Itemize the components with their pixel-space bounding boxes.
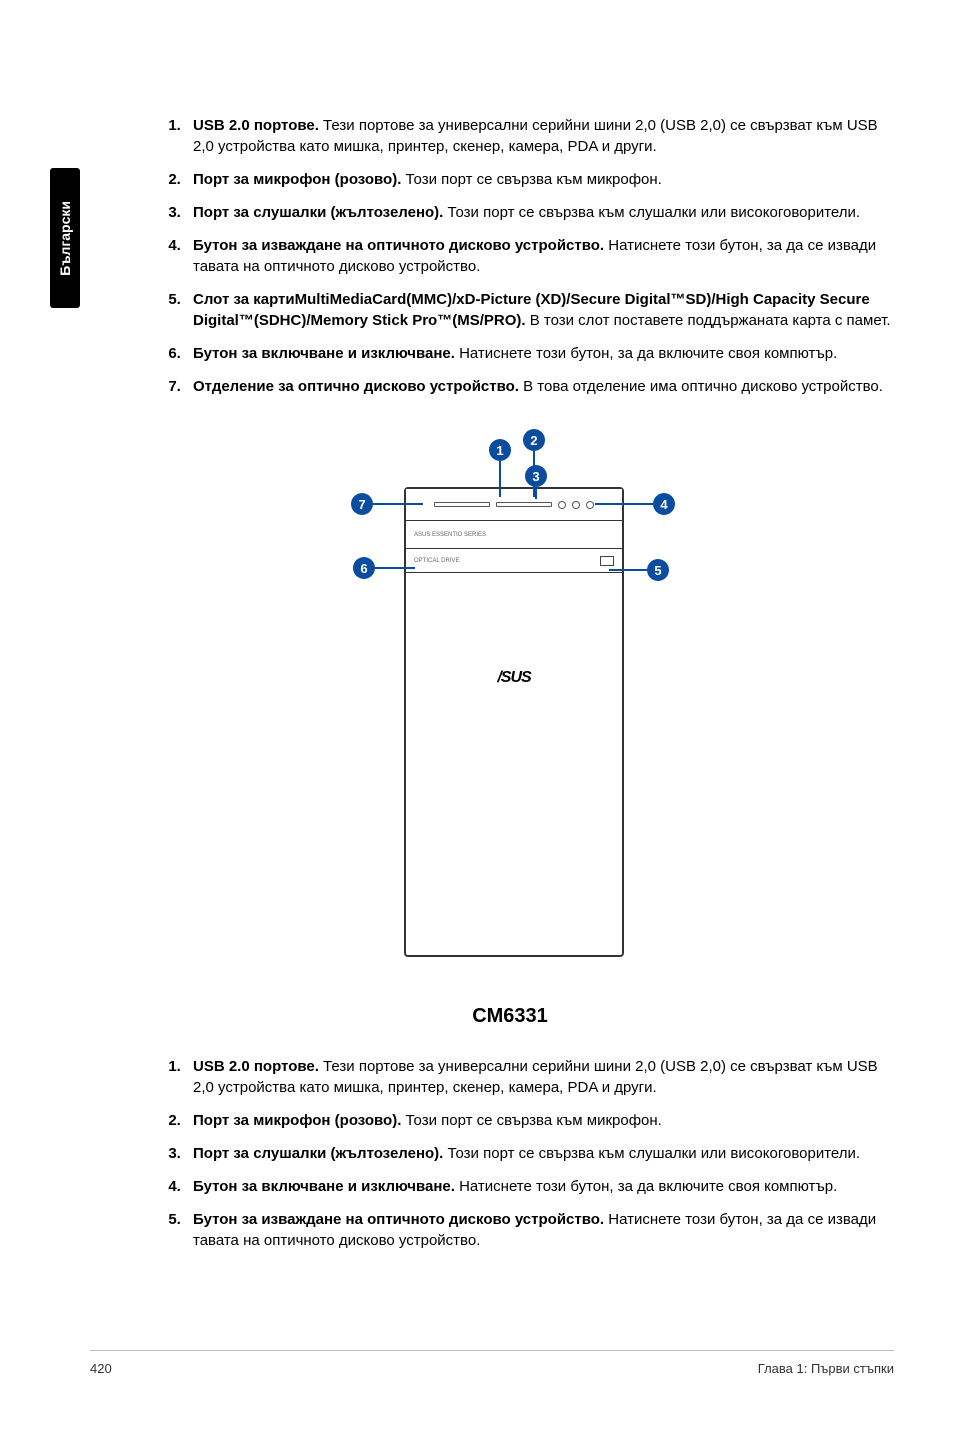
list-item: Бутон за изваждане на оптичното дисково …	[185, 235, 895, 277]
list-item: Бутон за включване и изключване. Натисне…	[185, 343, 895, 364]
tower-front: ASUS ESSENTIO SERIES OPTICAL DRIVE /SUS	[404, 487, 624, 957]
list-item: Порт за слушалки (жълтозелено). Този пор…	[185, 1143, 895, 1164]
list-item: USB 2.0 портове. Тези портове за универс…	[185, 1056, 895, 1098]
list-item: Порт за микрофон (розово). Този порт се …	[185, 1110, 895, 1131]
list-item: Бутон за изваждане на оптичното дисково …	[185, 1209, 895, 1251]
feature-list-1: USB 2.0 портове. Тези портове за универс…	[125, 115, 895, 397]
list-item: Порт за слушалки (жълтозелено). Този пор…	[185, 202, 895, 223]
callout-7: 7	[351, 493, 373, 515]
callout-3: 3	[525, 465, 547, 487]
list-item: Порт за микрофон (розово). Този порт се …	[185, 169, 895, 190]
page-footer: 420 Глава 1: Първи стъпки	[90, 1350, 894, 1376]
page-number: 420	[90, 1361, 112, 1376]
language-tab: Български	[50, 168, 80, 308]
model-label: CM6331	[125, 1005, 895, 1028]
list-item: Бутон за включване и изключване. Натисне…	[185, 1176, 895, 1197]
product-figure: 1 2 3 4 5 6 7 ASUS ESSENTIO SERIES OPTIC…	[289, 427, 731, 987]
callout-2: 2	[523, 429, 545, 451]
feature-list-2: USB 2.0 портове. Тези портове за универс…	[125, 1056, 895, 1251]
callout-5: 5	[647, 559, 669, 581]
list-item: USB 2.0 портове. Тези портове за универс…	[185, 115, 895, 157]
chapter-label: Глава 1: Първи стъпки	[758, 1361, 894, 1376]
list-item: Отделение за оптично дисково устройство.…	[185, 376, 895, 397]
callout-4: 4	[653, 493, 675, 515]
list-item: Слот за картиMultiMediaCard(MMC)/xD-Pict…	[185, 289, 895, 331]
callout-1: 1	[489, 439, 511, 461]
callout-6: 6	[353, 557, 375, 579]
language-label: Български	[57, 201, 73, 276]
page-content: USB 2.0 портове. Тези портове за универс…	[125, 115, 895, 1263]
brand-logo: /SUS	[406, 669, 622, 687]
